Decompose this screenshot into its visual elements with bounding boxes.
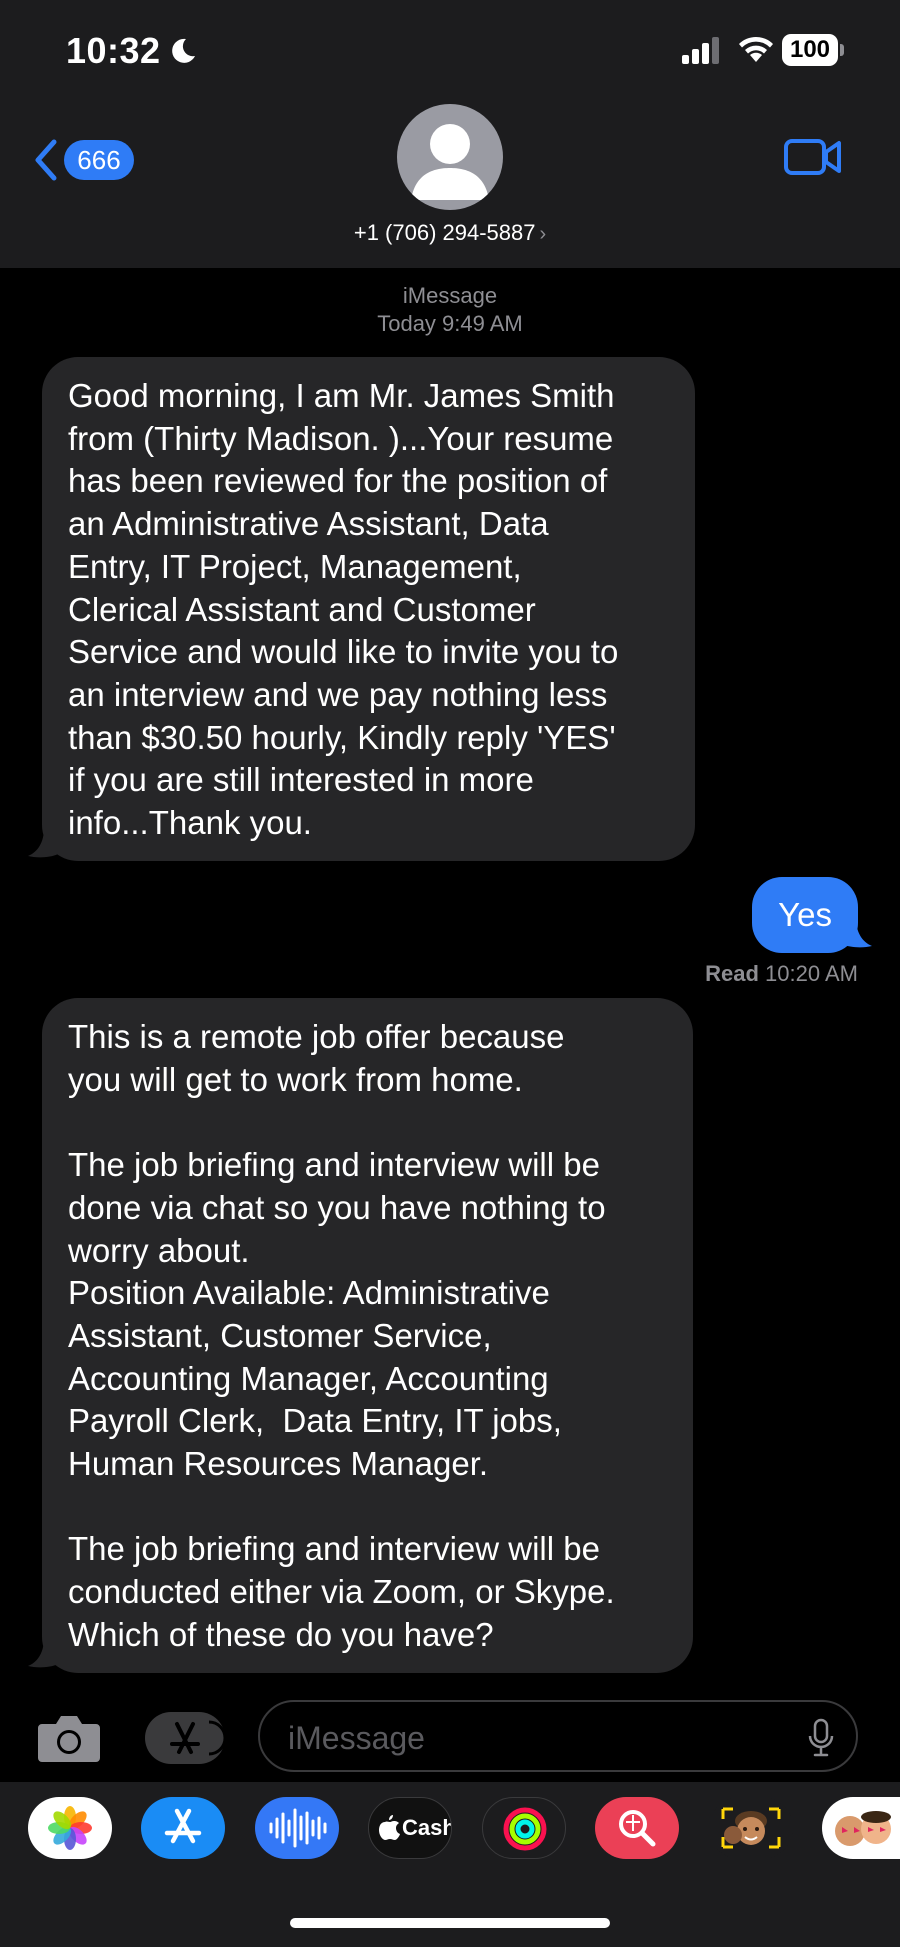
bubble-tail xyxy=(28,1638,58,1668)
camera-icon[interactable] xyxy=(36,1710,102,1764)
photos-app-icon[interactable] xyxy=(28,1797,112,1859)
image-search-icon[interactable] xyxy=(595,1797,679,1859)
app-store-apps-button[interactable] xyxy=(145,1712,227,1764)
back-button[interactable]: 666 xyxy=(32,134,142,184)
app-store-icon xyxy=(170,1720,227,1756)
contact-name[interactable]: +1 (706) 294-5887 › xyxy=(0,220,900,246)
app-store-icon[interactable] xyxy=(141,1797,225,1859)
apple-cash-label: Cash xyxy=(402,1815,452,1840)
service-label: iMessage xyxy=(402,283,498,308)
chevron-right-icon: › xyxy=(539,223,547,245)
incoming-message-bubble[interactable]: Good morning, I am Mr. James Smith from … xyxy=(42,357,695,861)
home-indicator[interactable] xyxy=(290,1918,610,1928)
read-time: 10:20 AM xyxy=(765,961,858,986)
audio-message-icon[interactable] xyxy=(255,1797,339,1859)
unread-count-badge: 666 xyxy=(64,140,134,180)
chevron-left-icon xyxy=(35,139,57,181)
read-label: Read xyxy=(705,961,759,986)
memoji-stickers-icon[interactable] xyxy=(822,1797,900,1859)
thread-timestamp: Today 9:49 AM xyxy=(377,311,523,336)
message-input-placeholder: iMessage xyxy=(288,1720,425,1756)
incoming-message-bubble[interactable]: This is a remote job offer because you w… xyxy=(42,998,693,1673)
apple-cash-icon[interactable]: Cash xyxy=(368,1797,452,1859)
facetime-video-icon[interactable] xyxy=(784,134,842,180)
conversation-header: 10:32 100 666 +1 (706) 294-5887 › xyxy=(0,0,900,268)
contact-avatar[interactable] xyxy=(397,104,503,210)
microphone-icon[interactable] xyxy=(808,1718,834,1758)
bubble-tail xyxy=(842,918,872,948)
battery-icon: 100 xyxy=(782,34,844,66)
message-input[interactable]: iMessage xyxy=(258,1700,858,1772)
cellular-signal-icon xyxy=(682,37,719,64)
wifi-icon xyxy=(739,36,773,62)
focus-moon-icon xyxy=(172,38,195,63)
memoji-icon[interactable] xyxy=(709,1797,793,1859)
fitness-icon[interactable] xyxy=(482,1797,566,1859)
battery-level: 100 xyxy=(782,34,838,66)
read-receipt: Read 10:20 AM xyxy=(705,961,858,987)
contact-number: +1 (706) 294-5887 xyxy=(353,220,536,245)
bubble-tail xyxy=(28,828,58,858)
person-silhouette-icon xyxy=(411,124,489,200)
status-time: 10:32 xyxy=(66,30,161,71)
